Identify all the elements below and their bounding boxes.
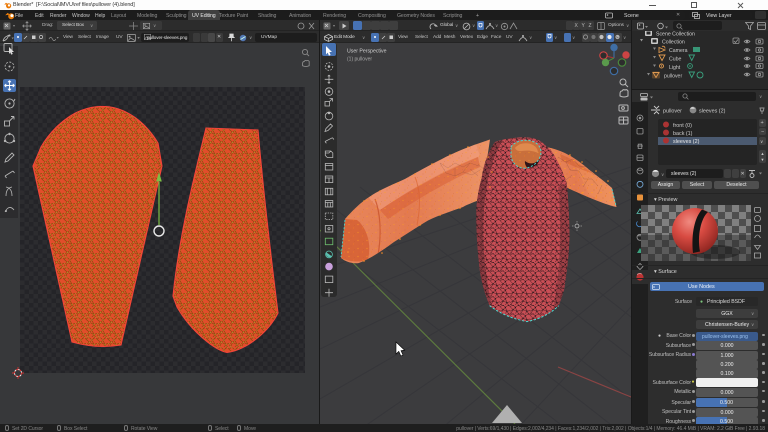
svg-text:pullover: pullover [663,109,682,115]
svg-text:Light: Light [669,65,681,71]
svg-text:User Perspective: User Perspective [347,49,387,55]
svg-text:front (0): front (0) [673,123,692,129]
svg-text:back (1): back (1) [673,131,693,137]
svg-text:sleeves (2): sleeves (2) [673,139,700,145]
svg-text:sleeves (2): sleeves (2) [699,109,726,115]
svg-text:(1) pullover: (1) pullover [347,57,372,63]
svg-text:Scene Collection: Scene Collection [656,32,695,38]
svg-text:Camera: Camera [669,48,688,54]
svg-text:Cube: Cube [669,57,682,63]
svg-text:pullover: pullover [664,74,682,80]
svg-text:Collection: Collection [662,40,685,46]
